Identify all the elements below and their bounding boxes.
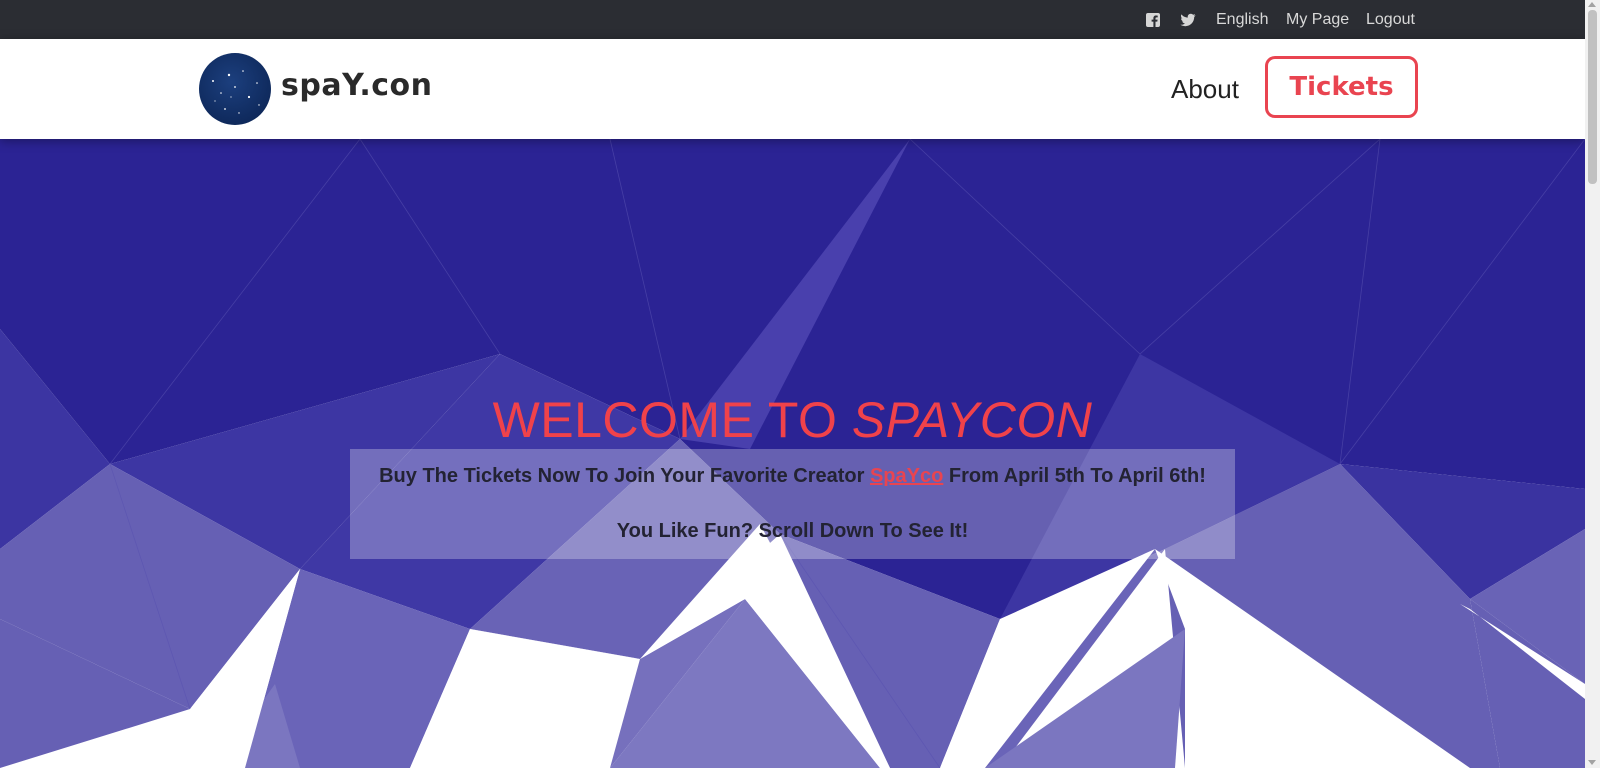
hero-title: WELCOME TO SPAYCON [0, 391, 1585, 449]
logout-link[interactable]: Logout [1366, 11, 1415, 29]
hero-section: WELCOME TO SPAYCON Buy The Tickets Now T… [0, 139, 1585, 768]
scroll-up-icon[interactable] [1588, 2, 1596, 7]
facebook-icon[interactable] [1145, 12, 1161, 28]
twitter-icon[interactable] [1180, 12, 1196, 28]
logo-wordmark[interactable]: spaY.con [281, 68, 432, 103]
site-header: spaY.con About Tickets [0, 39, 1585, 139]
hero-line-2: You Like Fun? Scroll Down To See It! [616, 520, 969, 542]
hero-line-1: Buy The Tickets Now To Join Your Favorit… [350, 465, 1235, 488]
nav-tickets-button[interactable]: Tickets [1265, 56, 1418, 118]
logo-stars-icon [212, 70, 260, 114]
hero-title-prefix: WELCOME TO [492, 392, 852, 448]
language-selector[interactable]: English [1216, 11, 1268, 29]
hero-info-box: Buy The Tickets Now To Join Your Favorit… [350, 449, 1235, 559]
page-scrollbar[interactable] [1585, 0, 1600, 768]
creator-link[interactable]: SpaYco [870, 465, 943, 487]
nav-about-link[interactable]: About [1171, 74, 1239, 105]
hero-title-name: SPAYCON [851, 392, 1093, 448]
hero-line-1-after: From April 5th To April 6th! [943, 465, 1206, 487]
hero-line-1-before: Buy The Tickets Now To Join Your Favorit… [379, 465, 870, 487]
top-utility-bar: English My Page Logout [0, 0, 1585, 39]
scroll-down-icon[interactable] [1588, 760, 1596, 765]
scroll-thumb[interactable] [1588, 10, 1597, 184]
my-page-link[interactable]: My Page [1286, 11, 1349, 29]
logo-icon[interactable] [199, 53, 271, 125]
